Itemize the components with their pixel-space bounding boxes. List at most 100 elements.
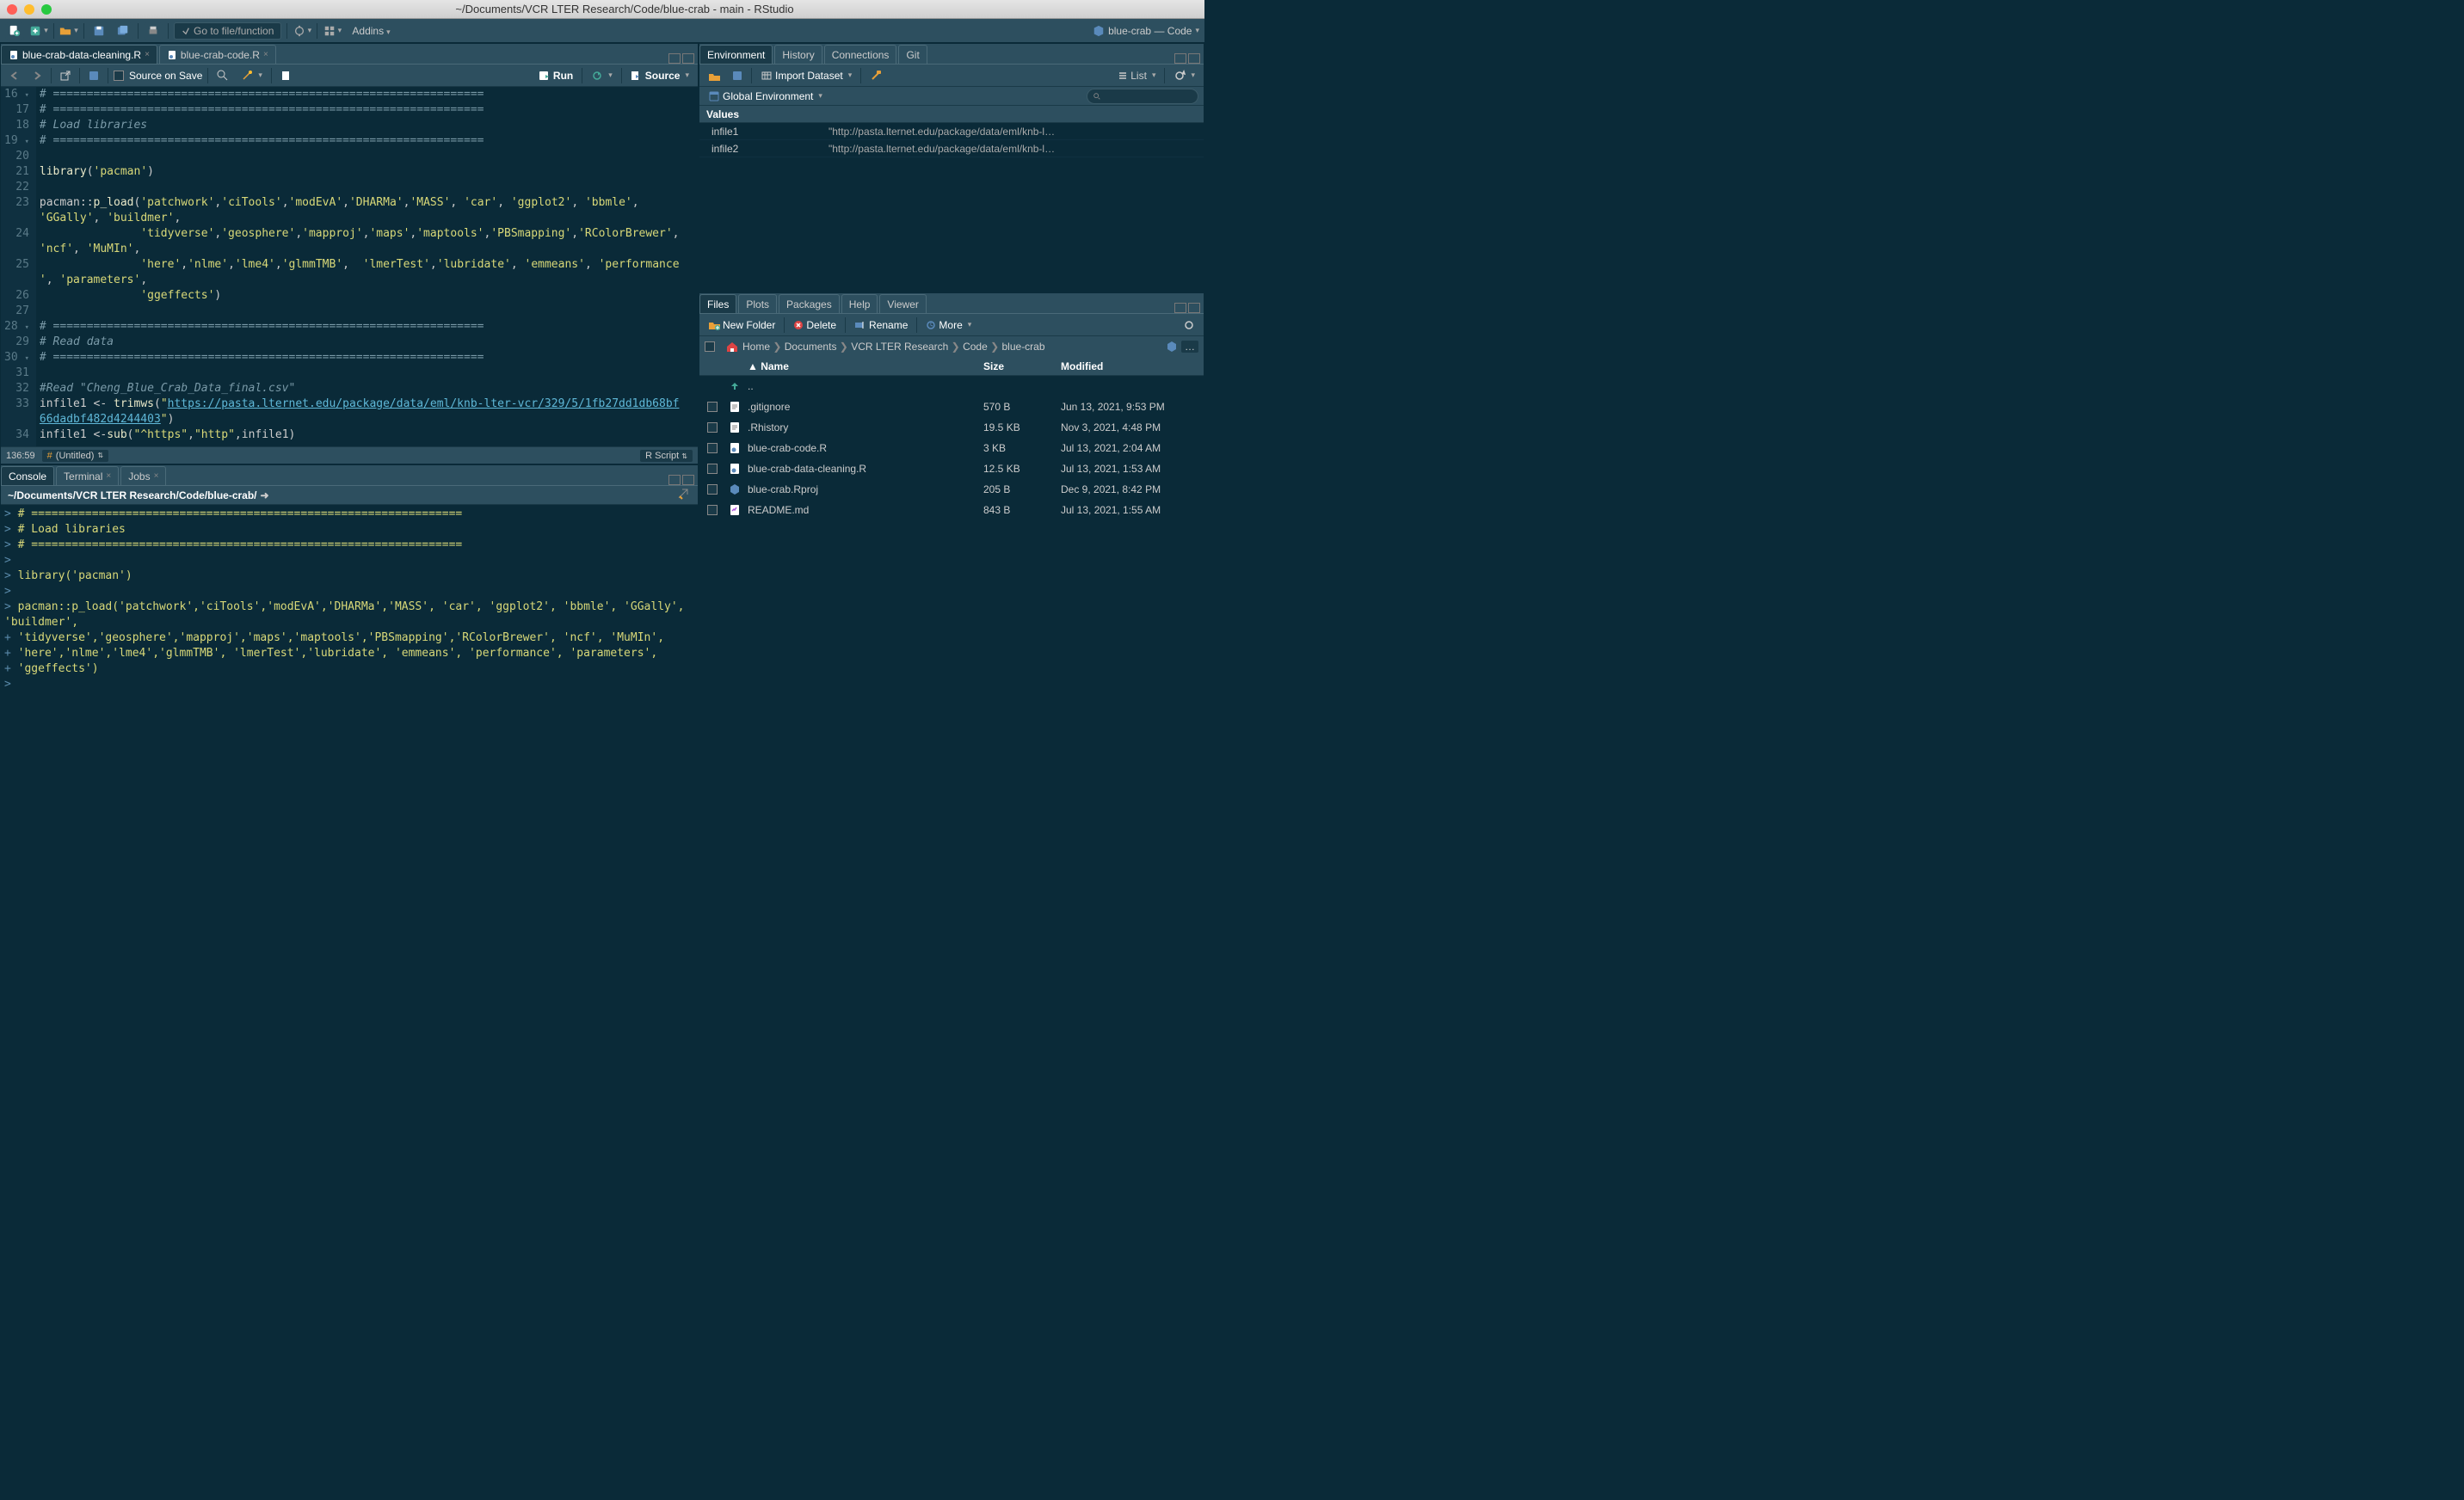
open-file-button[interactable] xyxy=(59,22,78,40)
close-tab-icon[interactable]: × xyxy=(154,471,159,481)
env-row[interactable]: infile1"http://pasta.lternet.edu/package… xyxy=(699,123,1204,140)
files-tab-viewer[interactable]: Viewer xyxy=(879,294,926,313)
files-tab-files[interactable]: Files xyxy=(699,294,736,313)
file-row[interactable]: blue-crab-data-cleaning.R12.5 KBJul 13, … xyxy=(699,458,1204,479)
list-view-button[interactable]: List xyxy=(1114,68,1159,83)
section-selector[interactable]: #(Untitled) ⇅ xyxy=(42,450,108,462)
maximize-pane-icon[interactable] xyxy=(1188,303,1200,313)
more-files-button[interactable]: More xyxy=(922,317,975,333)
project-icon[interactable] xyxy=(1166,341,1178,353)
print-button[interactable] xyxy=(144,22,163,40)
new-folder-button[interactable]: New Folder xyxy=(705,317,779,333)
close-tab-icon[interactable]: × xyxy=(145,50,150,59)
breadcrumb-item[interactable]: Documents xyxy=(785,341,837,353)
save-button[interactable] xyxy=(89,22,108,40)
goto-file-function-input[interactable]: Go to file/function xyxy=(174,22,281,40)
close-window-button[interactable] xyxy=(7,4,17,15)
forward-button[interactable] xyxy=(28,69,46,83)
code-editor[interactable]: 16 ▾171819 ▾202122232425262728 ▾2930 ▾31… xyxy=(1,87,698,446)
file-name[interactable]: README.md xyxy=(744,504,980,516)
env-tab-environment[interactable]: Environment xyxy=(699,45,773,64)
compile-report-button[interactable] xyxy=(277,69,294,83)
maximize-pane-icon[interactable] xyxy=(682,475,694,485)
zoom-window-button[interactable] xyxy=(41,4,52,15)
file-name[interactable]: blue-crab-code.R xyxy=(744,442,980,454)
env-search-input[interactable] xyxy=(1087,89,1198,104)
minimize-pane-icon[interactable] xyxy=(668,53,681,64)
source-button[interactable]: Source xyxy=(627,68,693,83)
file-name[interactable]: blue-crab.Rproj xyxy=(744,483,980,495)
language-selector[interactable]: R Script ⇅ xyxy=(640,450,693,462)
files-tab-plots[interactable]: Plots xyxy=(738,294,777,313)
file-row[interactable]: blue-crab-code.R3 KBJul 13, 2021, 2:04 A… xyxy=(699,438,1204,458)
addins-menu[interactable]: Addins xyxy=(347,25,395,37)
code-tools-button[interactable] xyxy=(237,68,266,83)
save-file-button[interactable] xyxy=(85,69,102,83)
file-checkbox[interactable] xyxy=(707,402,718,412)
code-area[interactable]: # ======================================… xyxy=(36,87,698,446)
minimize-pane-icon[interactable] xyxy=(668,475,681,485)
project-menu[interactable]: blue-crab — Code ▾ xyxy=(1093,25,1199,37)
load-workspace-button[interactable] xyxy=(705,68,724,83)
new-project-button[interactable] xyxy=(29,22,48,40)
home-icon[interactable] xyxy=(725,341,739,353)
tools-button[interactable] xyxy=(293,22,311,40)
editor-tab[interactable]: blue-crab-code.R× xyxy=(159,45,276,64)
console-tab-jobs[interactable]: Jobs× xyxy=(120,466,166,485)
rerun-button[interactable] xyxy=(588,68,616,83)
file-row-updir[interactable]: .. xyxy=(699,376,1204,397)
clear-console-button[interactable] xyxy=(677,488,691,502)
console-output[interactable]: > # ====================================… xyxy=(1,505,698,732)
source-on-save-checkbox[interactable] xyxy=(114,71,124,81)
new-file-button[interactable] xyxy=(5,22,24,40)
more-path-button[interactable]: … xyxy=(1181,341,1198,353)
save-all-button[interactable] xyxy=(114,22,132,40)
delete-file-button[interactable]: Delete xyxy=(790,317,840,333)
close-tab-icon[interactable]: × xyxy=(263,50,268,59)
files-tab-help[interactable]: Help xyxy=(841,294,878,313)
run-button[interactable]: Run xyxy=(535,68,576,83)
show-in-new-window-button[interactable] xyxy=(57,69,74,83)
breadcrumb-item[interactable]: blue-crab xyxy=(1002,341,1045,353)
console-tab-terminal[interactable]: Terminal× xyxy=(56,466,119,485)
files-sort-modified[interactable]: Modified xyxy=(1057,360,1204,372)
file-checkbox[interactable] xyxy=(707,422,718,433)
file-name[interactable]: .gitignore xyxy=(744,401,980,413)
file-row[interactable]: blue-crab.Rproj205 BDec 9, 2021, 8:42 PM xyxy=(699,479,1204,500)
breadcrumb-item[interactable]: VCR LTER Research xyxy=(851,341,948,353)
console-tab-console[interactable]: Console xyxy=(1,466,54,485)
minimize-pane-icon[interactable] xyxy=(1174,303,1186,313)
find-button[interactable] xyxy=(213,68,232,83)
back-button[interactable] xyxy=(6,69,23,83)
file-name[interactable]: .Rhistory xyxy=(744,421,980,433)
files-sort-size[interactable]: Size xyxy=(980,360,1057,372)
close-tab-icon[interactable]: × xyxy=(106,471,111,481)
maximize-pane-icon[interactable] xyxy=(682,53,694,64)
editor-tab[interactable]: blue-crab-data-cleaning.R× xyxy=(1,45,157,64)
file-checkbox[interactable] xyxy=(707,443,718,453)
file-name[interactable]: blue-crab-data-cleaning.R xyxy=(744,463,980,475)
files-sort-name[interactable]: ▲ Name xyxy=(744,360,980,372)
refresh-files-button[interactable] xyxy=(1180,317,1198,333)
env-scope-selector[interactable]: Global Environment xyxy=(705,89,826,104)
import-dataset-button[interactable]: Import Dataset xyxy=(757,68,855,83)
minimize-window-button[interactable] xyxy=(24,4,34,15)
refresh-env-button[interactable] xyxy=(1170,68,1198,83)
grid-button[interactable] xyxy=(323,22,342,40)
file-checkbox[interactable] xyxy=(707,464,718,474)
files-tab-packages[interactable]: Packages xyxy=(779,294,840,313)
file-checkbox[interactable] xyxy=(707,484,718,495)
select-all-checkbox[interactable] xyxy=(705,341,715,352)
save-workspace-button[interactable] xyxy=(729,69,746,83)
maximize-pane-icon[interactable] xyxy=(1188,53,1200,64)
minimize-pane-icon[interactable] xyxy=(1174,53,1186,64)
file-checkbox[interactable] xyxy=(707,505,718,515)
rename-file-button[interactable]: Rename xyxy=(851,317,911,333)
file-row[interactable]: .gitignore570 BJun 13, 2021, 9:53 PM xyxy=(699,397,1204,417)
console-path-arrow-icon[interactable]: ➜ xyxy=(261,489,269,501)
file-row[interactable]: .Rhistory19.5 KBNov 3, 2021, 4:48 PM xyxy=(699,417,1204,438)
breadcrumb-item[interactable]: Home xyxy=(742,341,770,353)
env-tab-history[interactable]: History xyxy=(774,45,822,64)
env-tab-connections[interactable]: Connections xyxy=(824,45,897,64)
breadcrumb-item[interactable]: Code xyxy=(963,341,988,353)
